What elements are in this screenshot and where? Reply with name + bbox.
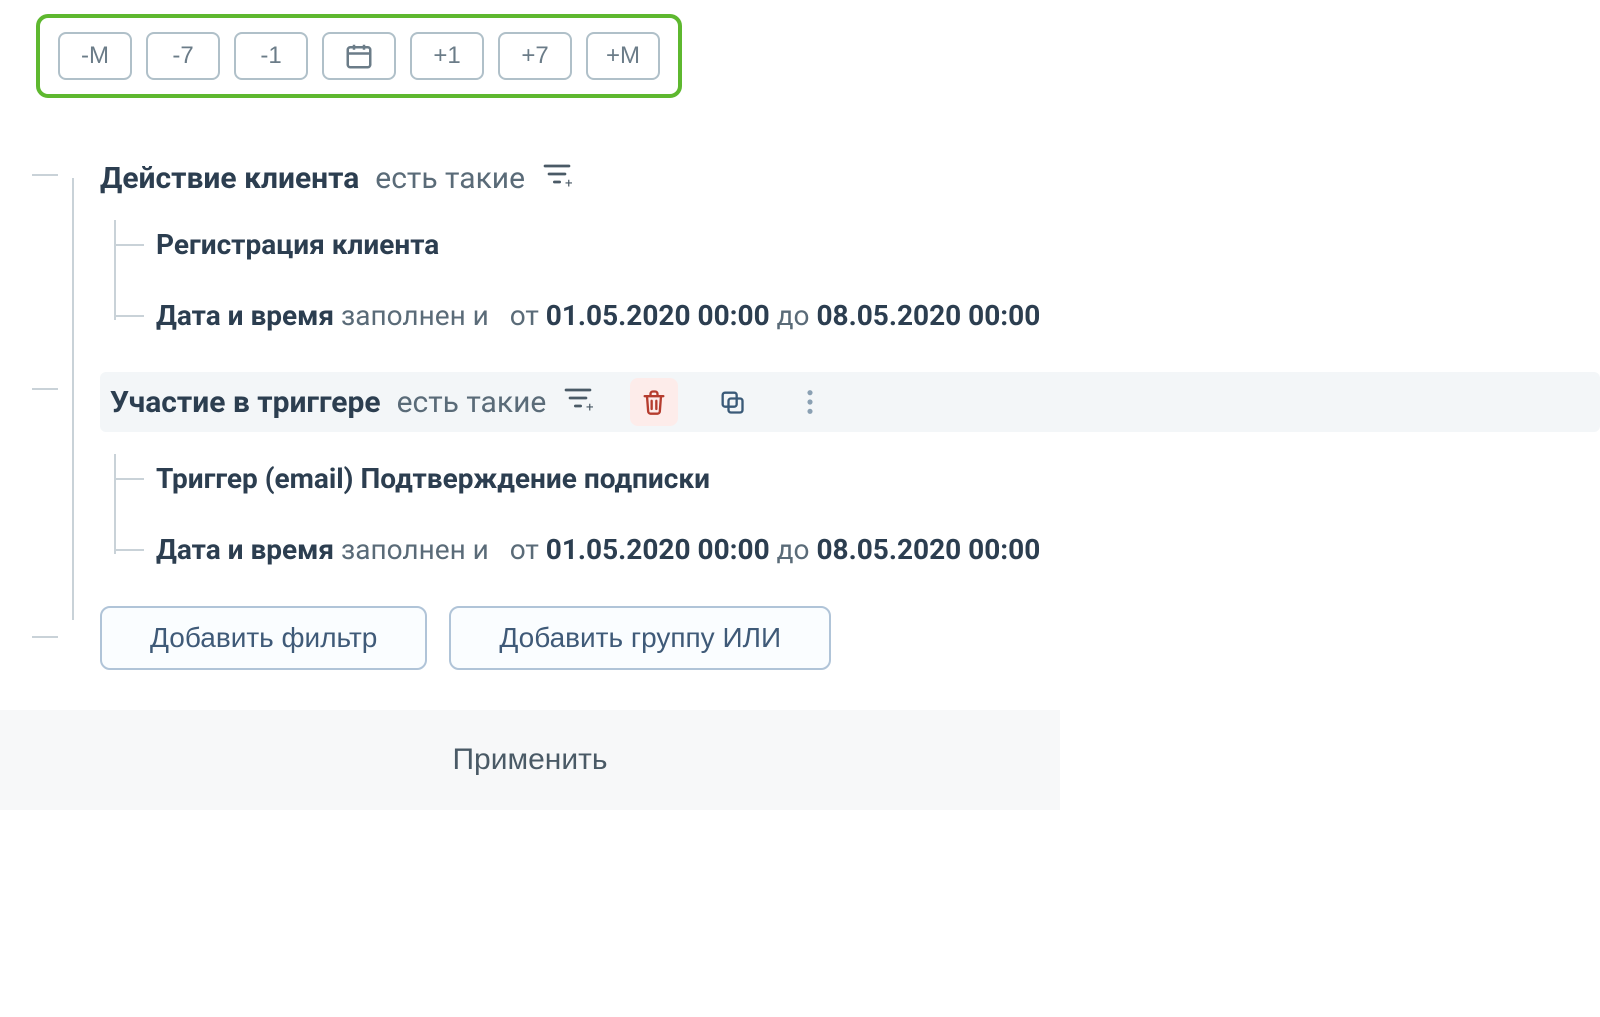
date-shift-toolbar: -M -7 -1 +1 +7 +M bbox=[36, 14, 682, 98]
shift-plus-1-button[interactable]: +1 bbox=[410, 32, 484, 80]
filter-item-registration[interactable]: Регистрация клиента bbox=[156, 228, 1600, 261]
add-filter-button[interactable]: Добавить фильтр bbox=[100, 606, 427, 670]
group-condition: есть такие bbox=[375, 161, 525, 196]
filter-tree: Действие клиента есть такие + Регистраци… bbox=[60, 158, 1600, 670]
shift-minus-month-button[interactable]: -M bbox=[58, 32, 132, 80]
calendar-today-icon bbox=[344, 41, 374, 71]
group-condition: есть такие bbox=[397, 385, 547, 420]
shift-plus-month-button[interactable]: +M bbox=[586, 32, 660, 80]
filter-group-trigger-participation: Участие в триггере есть такие + bbox=[60, 372, 1600, 566]
add-or-group-button[interactable]: Добавить группу ИЛИ bbox=[449, 606, 831, 670]
shift-minus-1-button[interactable]: -1 bbox=[234, 32, 308, 80]
group-header[interactable]: Действие клиента есть такие + bbox=[100, 158, 1600, 198]
apply-bar: Применить bbox=[0, 710, 1600, 810]
copy-icon bbox=[718, 388, 746, 416]
group-title: Участие в триггере bbox=[110, 385, 381, 420]
shift-minus-7-button[interactable]: -7 bbox=[146, 32, 220, 80]
filter-item-date-range[interactable]: Дата и время заполнен и от 01.05.2020 00… bbox=[156, 299, 1600, 332]
group-header[interactable]: Участие в триггере есть такие + bbox=[100, 372, 1600, 432]
more-options-button[interactable] bbox=[786, 378, 834, 426]
filter-item-date-range[interactable]: Дата и время заполнен и от 01.05.2020 00… bbox=[156, 533, 1600, 566]
filter-item-trigger-email[interactable]: Триггер (email) Подтверждение подписки bbox=[156, 462, 1600, 495]
filter-add-icon[interactable]: + bbox=[562, 382, 594, 422]
kebab-menu-icon bbox=[805, 388, 815, 416]
delete-button[interactable] bbox=[630, 378, 678, 426]
svg-text:+: + bbox=[586, 400, 594, 414]
filter-actions-row: Добавить фильтр Добавить группу ИЛИ bbox=[60, 606, 1600, 670]
apply-button[interactable]: Применить bbox=[0, 710, 1060, 810]
shift-today-button[interactable] bbox=[322, 32, 396, 80]
svg-text:+: + bbox=[565, 176, 573, 190]
filter-add-icon[interactable]: + bbox=[541, 158, 573, 198]
group-title: Действие клиента bbox=[100, 161, 359, 196]
copy-button[interactable] bbox=[708, 378, 756, 426]
trash-icon bbox=[640, 388, 668, 416]
shift-plus-7-button[interactable]: +7 bbox=[498, 32, 572, 80]
filter-group-client-action: Действие клиента есть такие + Регистраци… bbox=[60, 158, 1600, 332]
